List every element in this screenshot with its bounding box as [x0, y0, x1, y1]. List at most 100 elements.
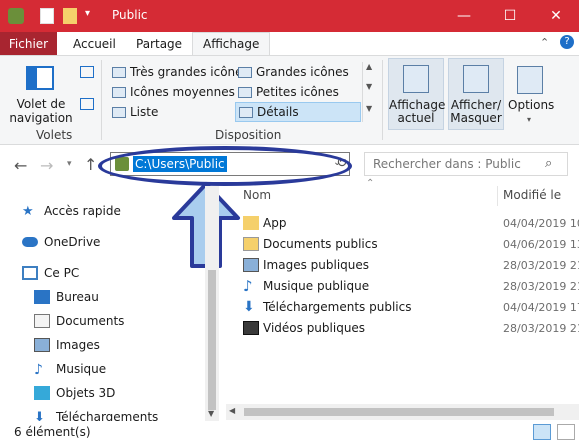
properties-icon[interactable]	[40, 8, 54, 24]
options-dropdown-icon: ▾	[527, 115, 532, 124]
nav-item-musique[interactable]: ♪ Musique	[34, 358, 106, 380]
tab-affichage[interactable]: Affichage	[192, 32, 271, 55]
new-folder-icon[interactable]	[63, 8, 77, 24]
ribbon-divider	[101, 60, 102, 140]
scroll-left-icon[interactable]: ◀	[229, 406, 235, 415]
current-view-icon	[403, 65, 429, 93]
close-icon: ✕	[550, 8, 562, 24]
nav-item-label: Accès rapide	[44, 204, 121, 218]
nav-item-ce-pc[interactable]: Ce PC	[22, 262, 79, 284]
column-divider[interactable]	[497, 186, 498, 206]
nav-pane-scrollbar[interactable]: ▼	[205, 186, 219, 422]
details-icon	[239, 106, 253, 118]
nav-item-label: Bureau	[56, 290, 99, 304]
scroll-up-icon[interactable]: ▲	[366, 62, 372, 71]
file-date: 28/03/2019 21:	[503, 259, 579, 272]
details-pane-icon[interactable]	[80, 98, 94, 110]
file-name: Téléchargements publics	[263, 300, 412, 314]
show-hide-icon	[463, 65, 489, 93]
layout-option-xl-icons[interactable]: Très grandes icônes	[112, 63, 249, 81]
medium-icons-icon	[112, 86, 126, 98]
options-icon	[517, 66, 543, 94]
gallery-expand-icon[interactable]: ▼	[366, 104, 372, 113]
recent-locations-icon[interactable]: ▾	[67, 159, 72, 169]
file-name: App	[263, 216, 287, 230]
layout-scroll[interactable]: ▲ ▼ ▼	[362, 62, 376, 122]
file-row-telechargements-publics[interactable]: ⬇ Téléchargements publics 04/04/2019 17:	[238, 297, 579, 318]
search-icon[interactable]: ⌕	[545, 156, 552, 171]
nav-pane-scroll-thumb[interactable]	[208, 270, 216, 410]
music-icon: ♪	[243, 277, 253, 295]
file-date: 04/04/2019 17:	[503, 301, 579, 314]
nav-scroll-down-icon[interactable]: ▼	[208, 409, 214, 418]
file-row-videos-publiques[interactable]: Vidéos publiques 28/03/2019 21:	[238, 318, 579, 339]
hscroll-thumb[interactable]	[244, 408, 554, 416]
minimize-button[interactable]: —	[441, 0, 487, 32]
file-row-musique-publique[interactable]: ♪ Musique publique 28/03/2019 21:	[238, 276, 579, 297]
preview-pane-icon[interactable]	[80, 66, 94, 78]
layout-option-medium-icons[interactable]: Icônes moyennes	[112, 83, 235, 101]
app-icon[interactable]	[8, 8, 24, 24]
up-arrow-icon[interactable]: ↑	[84, 155, 97, 174]
back-arrow-icon[interactable]: ←	[14, 156, 27, 175]
layout-option-list[interactable]: Liste	[112, 103, 158, 121]
file-row-images-publiques[interactable]: Images publiques 28/03/2019 21:	[238, 255, 579, 276]
layout-option-large-icons[interactable]: Grandes icônes	[238, 63, 349, 81]
search-placeholder: Rechercher dans : Public	[373, 157, 521, 171]
large-icons-icon	[238, 66, 252, 78]
layout-option-label: Liste	[130, 105, 159, 119]
show-hide-button[interactable]: Afficher/ Masquer	[448, 58, 504, 130]
nav-item-documents[interactable]: Documents	[34, 310, 124, 332]
nav-item-objets-3d[interactable]: Objets 3D	[34, 382, 115, 404]
nav-item-bureau[interactable]: Bureau	[34, 286, 99, 308]
nav-pane-button[interactable]: Volet de navigation	[6, 64, 73, 128]
maximize-button[interactable]: ☐	[487, 0, 533, 32]
current-view-button[interactable]: Affichage actuel	[388, 58, 445, 130]
disposition-group-label: Disposition	[215, 128, 282, 142]
cube-icon	[34, 386, 50, 400]
ribbon-divider	[382, 60, 383, 140]
images-icon	[243, 258, 259, 272]
tab-accueil[interactable]: Accueil	[63, 32, 126, 55]
status-bar: 6 élément(s)	[0, 421, 579, 443]
close-button[interactable]: ✕	[533, 0, 579, 32]
search-box[interactable]: Rechercher dans : Public ⌕	[364, 152, 568, 176]
cloud-icon	[22, 237, 38, 247]
item-count: 6 élément(s)	[14, 425, 91, 439]
volets-group-label: Volets	[36, 128, 73, 142]
file-date: 04/04/2019 10:	[503, 217, 579, 230]
options-button[interactable]: Options ▾	[508, 58, 554, 130]
file-list-hscrollbar[interactable]: ◀	[226, 404, 579, 420]
layout-option-label: Petites icônes	[256, 85, 339, 99]
large-icons-view-icon[interactable]	[557, 424, 575, 440]
nav-item-acces-rapide[interactable]: ★ Accès rapide	[22, 200, 121, 222]
pc-icon	[22, 266, 38, 280]
xl-icons-icon	[112, 66, 126, 78]
tab-fichier[interactable]: Fichier	[0, 32, 57, 55]
music-icon: ♪	[34, 362, 43, 378]
details-view-icon[interactable]	[533, 424, 551, 440]
layout-gallery: Très grandes icônes Grandes icônes Icône…	[108, 61, 378, 125]
file-row-documents-publics[interactable]: Documents publics 04/06/2019 13:	[238, 234, 579, 255]
column-header-name[interactable]: Nom	[243, 188, 271, 202]
forward-arrow-icon[interactable]: →	[40, 156, 53, 175]
documents-icon	[243, 237, 259, 251]
nav-item-images[interactable]: Images	[34, 334, 100, 356]
help-icon[interactable]: ?	[560, 35, 574, 49]
file-name: Vidéos publiques	[263, 321, 366, 335]
file-row-app[interactable]: App 04/04/2019 10:	[238, 213, 579, 234]
tab-partage[interactable]: Partage	[126, 32, 192, 55]
file-date: 28/03/2019 21:	[503, 322, 579, 335]
nav-item-label: Musique	[56, 362, 107, 376]
layout-option-small-icons[interactable]: Petites icônes	[238, 83, 339, 101]
nav-item-label: OneDrive	[44, 235, 101, 249]
quick-access-dropdown-icon[interactable]: ▾	[85, 8, 90, 19]
collapse-ribbon-icon[interactable]: ⌃	[540, 36, 549, 49]
layout-option-label: Détails	[257, 105, 299, 119]
layout-option-details[interactable]: Détails	[235, 102, 361, 122]
scroll-down-icon[interactable]: ▼	[366, 82, 372, 91]
nav-item-onedrive[interactable]: OneDrive	[22, 231, 100, 253]
nav-item-label: Ce PC	[44, 266, 80, 280]
column-header-modified[interactable]: Modifié le	[503, 188, 561, 202]
download-icon: ⬇	[243, 299, 255, 315]
